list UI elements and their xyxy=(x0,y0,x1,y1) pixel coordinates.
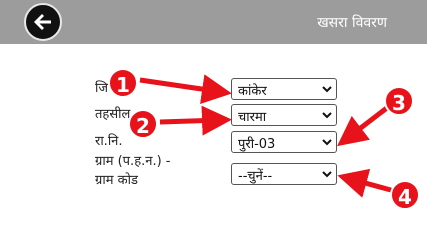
village-select[interactable]: --चुनें-- xyxy=(231,163,337,185)
back-arrow-icon xyxy=(34,14,51,30)
annotation-marker-2: 2 xyxy=(128,109,158,139)
page-title: खसरा विवरण xyxy=(317,15,387,31)
chevron-down-icon xyxy=(322,171,332,178)
ri-select-value: पुरी-03 xyxy=(238,137,276,152)
ri-label: रा.नि. xyxy=(95,134,123,149)
village-label-line2: ग्राम कोड xyxy=(95,173,138,188)
chevron-down-icon xyxy=(322,139,332,146)
arrow-2 xyxy=(159,105,232,136)
annotation-marker-1: 1 xyxy=(108,68,138,98)
tehsil-select-value: चारमा xyxy=(238,110,267,125)
district-select-value: कांकेर xyxy=(238,84,267,99)
tehsil-label: तहसील xyxy=(95,107,131,122)
tehsil-select[interactable]: चारमा xyxy=(231,104,337,126)
village-select-value: --चुनें-- xyxy=(238,169,273,184)
back-button[interactable] xyxy=(24,3,62,41)
header-bar: खसरा विवरण xyxy=(0,0,427,44)
arrow-1 xyxy=(139,74,232,104)
village-label-line1: ग्राम (प.ह.न.) - xyxy=(95,154,171,169)
district-label: जि xyxy=(95,81,109,96)
annotation-marker-4: 4 xyxy=(390,180,420,210)
ri-select[interactable]: पुरी-03 xyxy=(231,131,337,153)
chevron-down-icon xyxy=(322,86,332,93)
arrow-3 xyxy=(337,102,394,147)
annotation-marker-3: 3 xyxy=(384,86,414,116)
chevron-down-icon xyxy=(322,112,332,119)
district-select[interactable]: कांकेर xyxy=(231,78,337,100)
